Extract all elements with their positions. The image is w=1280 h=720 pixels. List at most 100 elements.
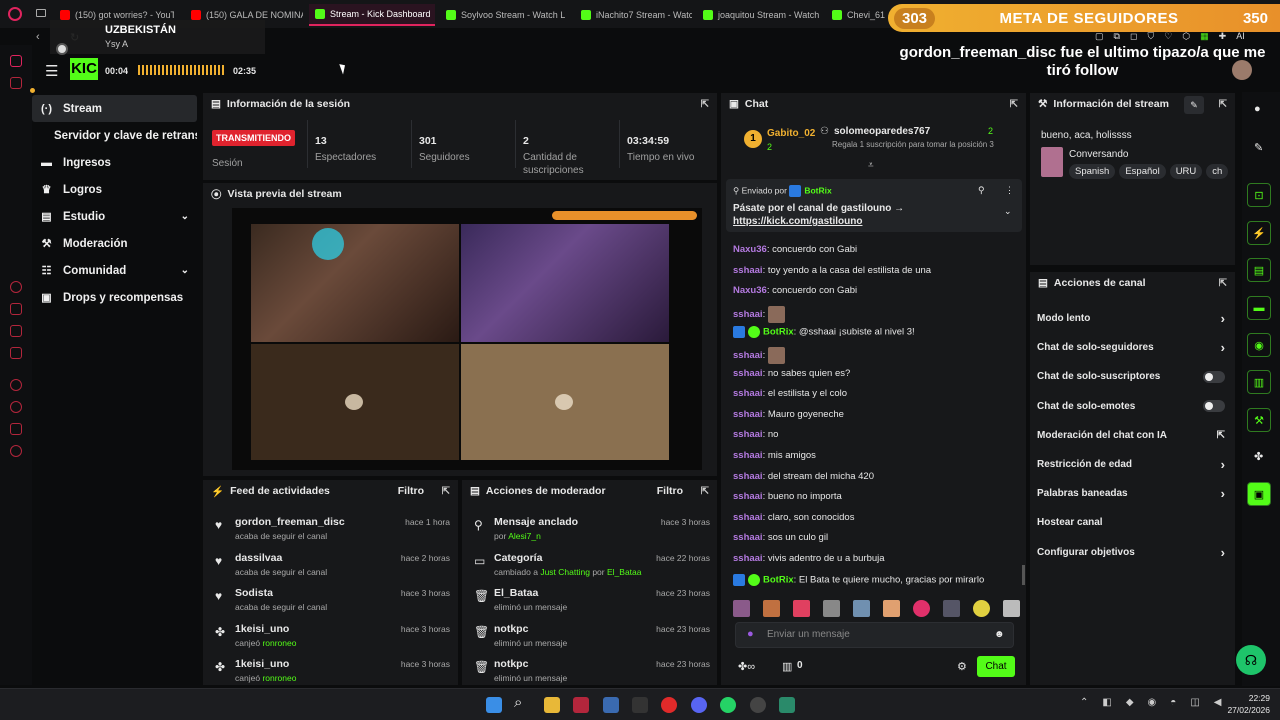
tab-menu-icon[interactable]	[36, 9, 46, 17]
feed-row[interactable]: ✤ 1keisi_uno canjeó ronroneo hace 3 horas	[208, 623, 454, 659]
kick-app-icon[interactable]: ▣	[1247, 482, 1271, 506]
mod-detail-user[interactable]: El_Bataa	[607, 567, 642, 577]
toggle-switch[interactable]	[1203, 400, 1225, 413]
chevron-down-icon[interactable]: ⌄	[181, 211, 189, 222]
chat-username[interactable]: sshaai	[733, 512, 763, 523]
ai-label[interactable]: AI	[1236, 31, 1245, 42]
nav-item-comunidad[interactable]: ☷ Comunidad ⌄	[32, 257, 197, 284]
channel-action-configurar-objetivos[interactable]: Configurar objetivos ›	[1037, 538, 1229, 567]
hamburger-menu-icon[interactable]: ☰	[45, 62, 58, 80]
broadcast-icon[interactable]: ◉	[1247, 333, 1271, 357]
clock-icon[interactable]	[10, 401, 22, 413]
pencil-icon[interactable]: ✎	[1254, 141, 1263, 154]
feed-row[interactable]: ♥ gordon_freeman_disc acaba de seguir el c…	[208, 516, 454, 552]
chat-username[interactable]: sshaai	[733, 450, 763, 461]
epic-games-icon[interactable]	[632, 697, 648, 713]
kick-logo[interactable]: KIC	[70, 58, 98, 80]
chat-username[interactable]: sshaai	[733, 309, 763, 320]
popout-icon[interactable]: ⇱	[701, 486, 709, 497]
feed-row[interactable]: ♥ Sodista acaba de seguir el canal hace 3 h…	[208, 587, 454, 623]
heart-icon[interactable]: ♡	[1164, 31, 1172, 42]
sync-icon[interactable]	[10, 423, 22, 435]
chat-username[interactable]: sshaai	[733, 368, 763, 379]
tray-icon[interactable]: ◉	[1148, 697, 1157, 708]
back-icon[interactable]: ‹	[36, 31, 40, 43]
browser-tab[interactable]: (150) GALA DE NOMINACI	[185, 4, 303, 26]
mail-icon[interactable]	[10, 347, 22, 359]
sidebar-icon[interactable]: ▢	[1095, 31, 1104, 42]
mod-row[interactable]: ▭ Categoría cambiado a Just Chatting por E…	[468, 552, 714, 588]
chevron-down-icon[interactable]: ⌄	[181, 265, 189, 276]
cube-icon[interactable]: ⬡	[1182, 31, 1190, 42]
emoji-picker-icon[interactable]: ☻	[994, 629, 1005, 640]
chat-username[interactable]: sshaai	[733, 429, 763, 440]
mod-row[interactable]: 🗑 El_Bataa eliminó un mensaje hace 23 horas	[468, 587, 714, 623]
channel-action-chat-de-solo-suscriptores[interactable]: Chat de solo-suscriptores	[1037, 362, 1229, 391]
lightning-icon[interactable]: ⚡	[1247, 221, 1271, 245]
stream-tag[interactable]: Spanish	[1069, 164, 1116, 179]
shield-icon[interactable]: ⛉	[1147, 31, 1154, 42]
tray-arrow-icon[interactable]: ⌃	[1080, 697, 1088, 708]
emote-icon[interactable]	[793, 600, 810, 617]
support-headset-icon[interactable]: ☊	[1236, 645, 1266, 675]
feed-user[interactable]: dassilvaa	[235, 552, 282, 564]
channel-action-restricción-de-edad[interactable]: Restricción de edad ›	[1037, 450, 1229, 479]
emote-icon[interactable]	[823, 600, 840, 617]
puzzle-icon[interactable]: ✚	[1219, 31, 1227, 42]
popout-icon[interactable]: ⇱	[442, 486, 450, 497]
browser-tab[interactable]: Soylvoo Stream - Watch L	[440, 4, 570, 26]
opera-gx-icon[interactable]	[573, 697, 589, 713]
chat-username[interactable]: BotRix	[763, 327, 794, 338]
clip-icon[interactable]: ⊡	[1247, 183, 1271, 207]
chat-username[interactable]: sshaai	[733, 553, 763, 564]
popout-icon[interactable]: ⇱	[701, 99, 709, 110]
chat-username[interactable]: sshaai	[733, 388, 763, 399]
channel-action-chat-de-solo-emotes[interactable]: Chat de solo-emotes	[1037, 392, 1229, 421]
feed-row[interactable]: ✤ 1keisi_uno canjeó ronroneo hace 3 horas	[208, 658, 454, 694]
channel-action-moderación-del-chat-con-ia[interactable]: Moderación del chat con IA ⇱	[1037, 421, 1229, 450]
taskbar-time[interactable]: 22:29	[1222, 693, 1270, 703]
popout-icon[interactable]: ⇱	[1010, 99, 1018, 110]
chat-username[interactable]: BotRix	[763, 574, 794, 585]
feed-filter[interactable]: Filtro	[398, 485, 424, 497]
mic-icon[interactable]: ●	[747, 628, 754, 640]
chat-username[interactable]: sshaai	[733, 471, 763, 482]
history-icon[interactable]	[10, 281, 22, 293]
bookmark-icon[interactable]: ◻	[1130, 31, 1137, 42]
emote-icon[interactable]	[943, 600, 960, 617]
tray-icon[interactable]: ◆	[1126, 697, 1134, 708]
unpin-icon[interactable]: ⚲	[978, 185, 985, 196]
document-icon[interactable]: ▤	[1247, 258, 1271, 282]
app-icon[interactable]	[779, 697, 795, 713]
folder-icon[interactable]	[10, 303, 22, 315]
start-icon[interactable]	[486, 697, 502, 713]
channel-action-modo-lento[interactable]: Modo lento ›	[1037, 304, 1229, 333]
nav-item-stream[interactable]: (·) Stream	[32, 95, 197, 122]
stream-tag[interactable]: URU	[1169, 164, 1203, 179]
obs-icon[interactable]	[750, 697, 766, 713]
mod-detail-user[interactable]: Just Chatting	[540, 567, 590, 577]
gift-box-icon[interactable]: ▥	[782, 660, 792, 673]
emote-icon[interactable]	[853, 600, 870, 617]
info-circle-icon[interactable]: ●	[1254, 103, 1261, 115]
tray-icon[interactable]: ◧	[1102, 697, 1111, 708]
tool-icon[interactable]: ⚒	[1247, 408, 1271, 432]
media-icon[interactable]: ▥	[1247, 370, 1271, 394]
chat-send-button[interactable]: Chat	[977, 656, 1015, 677]
steam-icon[interactable]	[603, 697, 619, 713]
feed-user[interactable]: gordon_freeman_disc	[235, 516, 345, 528]
chat-username[interactable]: Naxu36	[733, 285, 767, 296]
expand-icon[interactable]: ⌄	[1004, 206, 1012, 217]
emote-icon[interactable]	[913, 600, 930, 617]
feed-user[interactable]: Sodista	[235, 587, 273, 599]
mod-detail-user[interactable]: Alesi7_n	[508, 531, 541, 541]
kick-ext-icon[interactable]: ▦	[1200, 31, 1209, 42]
volume-icon[interactable]: ◀	[1214, 697, 1222, 708]
mod-row[interactable]: ⚲ Mensaje anclado por Alesi7_n hace 3 horas	[468, 516, 714, 552]
search-icon[interactable]: ⌕	[514, 694, 522, 711]
channel-action-chat-de-solo-seguidores[interactable]: Chat de solo-seguidores ›	[1037, 333, 1229, 362]
browser-logo-icon[interactable]	[8, 7, 22, 21]
browser-tab[interactable]: Chevi_61 S	[826, 4, 886, 26]
stream-tag[interactable]: Español	[1119, 164, 1166, 179]
settings-icon[interactable]	[10, 445, 22, 457]
